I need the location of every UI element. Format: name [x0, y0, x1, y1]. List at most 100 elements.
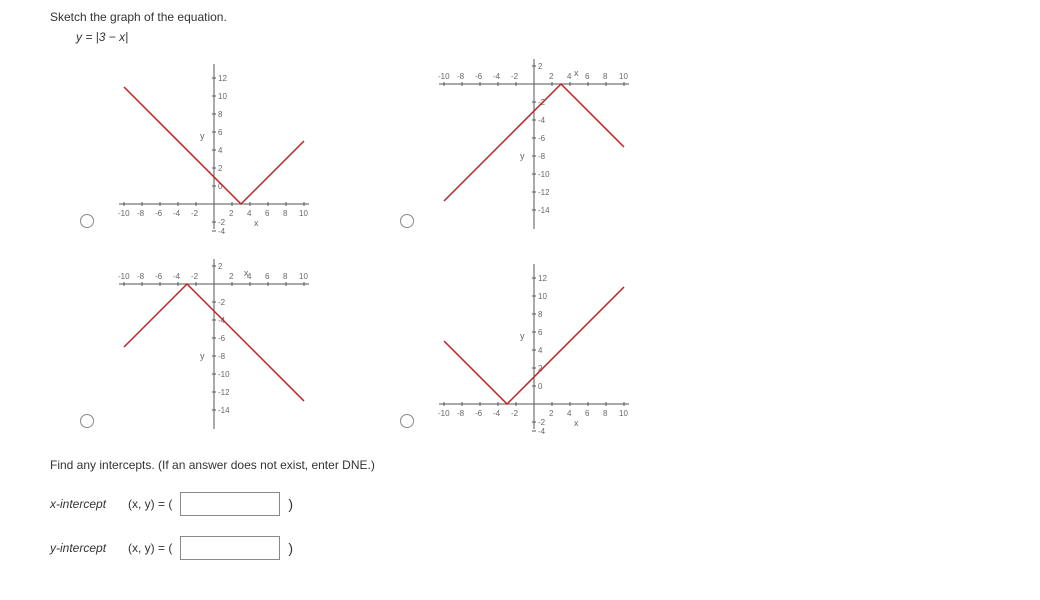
- svg-text:6: 6: [585, 72, 590, 81]
- y-intercept-label: y-intercept: [50, 541, 120, 555]
- svg-text:-2: -2: [218, 298, 226, 307]
- svg-text:-8: -8: [137, 272, 145, 281]
- svg-text:6: 6: [265, 272, 270, 281]
- svg-text:-10: -10: [538, 170, 550, 179]
- svg-text:6: 6: [265, 209, 270, 218]
- svg-text:y: y: [200, 351, 205, 361]
- svg-text:-4: -4: [538, 116, 546, 125]
- svg-text:12: 12: [218, 74, 227, 83]
- option-d: -10 -8 -6 -4 -2 2 4 6 8 10 0 2 4: [400, 254, 660, 434]
- svg-text:8: 8: [603, 409, 608, 418]
- radio-option-c[interactable]: [80, 414, 94, 428]
- graph-a: -10 -8 -6 -4 -2 2 4 6 8 10 0 2: [104, 54, 324, 234]
- x-intercept-label: x-intercept: [50, 497, 120, 511]
- graph-d: -10 -8 -6 -4 -2 2 4 6 8 10 0 2 4: [424, 254, 644, 434]
- svg-text:2: 2: [218, 164, 223, 173]
- option-a: -10 -8 -6 -4 -2 2 4 6 8 10 0 2: [80, 54, 340, 234]
- svg-text:4: 4: [567, 409, 572, 418]
- svg-text:-10: -10: [118, 209, 130, 218]
- svg-text:4: 4: [247, 209, 252, 218]
- graph-options: -10 -8 -6 -4 -2 2 4 6 8 10 0 2: [80, 54, 1030, 434]
- radio-option-a[interactable]: [80, 214, 94, 228]
- intercepts-prompt: Find any intercepts. (If an answer does …: [50, 458, 1030, 472]
- svg-text:-4: -4: [493, 72, 501, 81]
- svg-text:-6: -6: [475, 409, 483, 418]
- svg-text:-4: -4: [493, 409, 501, 418]
- svg-text:-6: -6: [218, 334, 226, 343]
- svg-text:-14: -14: [218, 406, 230, 415]
- option-c: -10 -8 -6 -4 -2 2 4 6 8 10 2 -2 -4: [80, 254, 340, 434]
- y-intercept-input[interactable]: [180, 536, 280, 560]
- svg-text:-6: -6: [475, 72, 483, 81]
- question-prompt: Sketch the graph of the equation.: [50, 10, 1030, 24]
- svg-text:-8: -8: [538, 152, 546, 161]
- graph-b: -10 -8 -6 -4 -2 2 4 6 8 10 2 -2: [424, 54, 644, 234]
- svg-text:0: 0: [538, 382, 543, 391]
- svg-text:2: 2: [549, 72, 554, 81]
- svg-text:-2: -2: [511, 409, 519, 418]
- svg-text:6: 6: [585, 409, 590, 418]
- svg-text:2: 2: [229, 209, 234, 218]
- svg-text:8: 8: [218, 110, 223, 119]
- x-intercept-row: x-intercept (x, y) = ( ): [50, 492, 1030, 516]
- svg-text:10: 10: [299, 272, 308, 281]
- svg-text:x: x: [254, 218, 259, 228]
- radio-option-b[interactable]: [400, 214, 414, 228]
- svg-text:2: 2: [218, 262, 223, 271]
- svg-text:10: 10: [538, 292, 547, 301]
- svg-text:y: y: [520, 151, 525, 161]
- svg-text:12: 12: [538, 274, 547, 283]
- svg-text:-4: -4: [173, 272, 181, 281]
- svg-text:4: 4: [567, 72, 572, 81]
- svg-text:10: 10: [619, 409, 628, 418]
- radio-option-d[interactable]: [400, 414, 414, 428]
- svg-text:-2: -2: [218, 218, 226, 227]
- svg-text:-8: -8: [137, 209, 145, 218]
- svg-text:-6: -6: [538, 134, 546, 143]
- y-intercept-row: y-intercept (x, y) = ( ): [50, 536, 1030, 560]
- svg-text:-6: -6: [155, 272, 163, 281]
- svg-text:10: 10: [218, 92, 227, 101]
- svg-text:8: 8: [538, 310, 543, 319]
- x-intercept-prefix: (x, y) = (: [128, 497, 172, 511]
- svg-text:-8: -8: [457, 409, 465, 418]
- intercepts-section: Find any intercepts. (If an answer does …: [50, 458, 1030, 560]
- y-intercept-suffix: ): [288, 540, 293, 556]
- svg-text:8: 8: [283, 272, 288, 281]
- option-b: -10 -8 -6 -4 -2 2 4 6 8 10 2 -2: [400, 54, 660, 234]
- svg-text:8: 8: [283, 209, 288, 218]
- svg-text:6: 6: [538, 328, 543, 337]
- svg-text:-12: -12: [218, 388, 230, 397]
- svg-text:-4: -4: [538, 427, 546, 434]
- svg-text:10: 10: [619, 72, 628, 81]
- svg-text:8: 8: [603, 72, 608, 81]
- svg-text:-10: -10: [438, 72, 450, 81]
- svg-text:2: 2: [549, 409, 554, 418]
- svg-text:2: 2: [229, 272, 234, 281]
- svg-text:2: 2: [538, 62, 543, 71]
- graph-c: -10 -8 -6 -4 -2 2 4 6 8 10 2 -2 -4: [104, 254, 324, 434]
- svg-text:-8: -8: [457, 72, 465, 81]
- svg-text:y: y: [200, 131, 205, 141]
- svg-text:-2: -2: [191, 209, 199, 218]
- svg-text:4: 4: [538, 346, 543, 355]
- question-equation: y = |3 − x|: [76, 30, 1030, 44]
- svg-text:10: 10: [299, 209, 308, 218]
- x-intercept-suffix: ): [288, 496, 293, 512]
- svg-text:x: x: [574, 68, 579, 78]
- svg-text:-4: -4: [173, 209, 181, 218]
- svg-text:-10: -10: [438, 409, 450, 418]
- svg-text:-8: -8: [218, 352, 226, 361]
- svg-text:-2: -2: [191, 272, 199, 281]
- svg-text:x: x: [244, 268, 249, 278]
- svg-text:-2: -2: [538, 418, 546, 427]
- svg-text:-14: -14: [538, 206, 550, 215]
- svg-text:-2: -2: [511, 72, 519, 81]
- svg-text:-4: -4: [218, 227, 226, 234]
- svg-text:6: 6: [218, 128, 223, 137]
- svg-text:y: y: [520, 331, 525, 341]
- x-intercept-input[interactable]: [180, 492, 280, 516]
- y-intercept-prefix: (x, y) = (: [128, 541, 172, 555]
- svg-text:-10: -10: [118, 272, 130, 281]
- svg-text:4: 4: [218, 146, 223, 155]
